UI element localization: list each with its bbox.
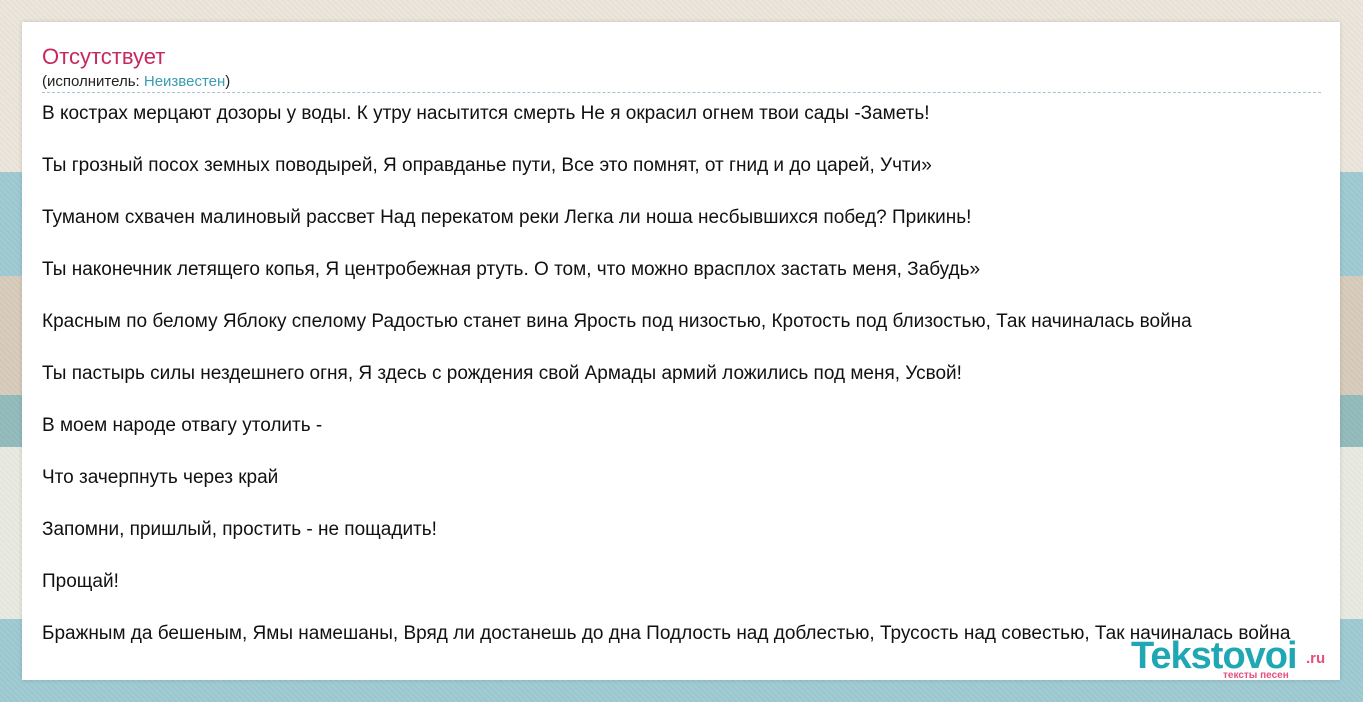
title-divider <box>42 92 1321 93</box>
lyrics-card: Отсутствует (исполнитель: Неизвестен) В … <box>22 22 1340 680</box>
lyrics-verse: Прощай! <box>42 571 119 592</box>
watermark-domain: .ru <box>1306 650 1326 667</box>
lyrics-verse: В моем народе отвагу утолить - <box>42 415 323 436</box>
lyrics-verse: Ты грозный посох земных поводырей, Я опр… <box>42 155 932 176</box>
lyrics-verse: Что зачерпнуть через край <box>42 467 279 488</box>
lyrics-verse: Ты наконечник летящего копья, Я центробе… <box>42 259 981 280</box>
artist-suffix: ) <box>225 73 231 90</box>
watermark-tagline: тексты песен <box>1223 670 1289 681</box>
artist-prefix: (исполнитель: <box>42 73 144 90</box>
lyrics-verse: Туманом схвачен малиновый рассвет Над пе… <box>42 207 972 228</box>
artist-line: (исполнитель: Неизвестен) <box>42 73 230 91</box>
lyrics-body: В кострах мерцают дозоры у воды. К утру … <box>42 103 1340 677</box>
lyrics-verse: В кострах мерцают дозоры у воды. К утру … <box>42 103 930 124</box>
site-watermark-logo: Tekstovoi .ru тексты песен <box>1131 636 1346 684</box>
lyrics-verse: Красным по белому Яблоку спелому Радость… <box>42 311 1192 332</box>
lyrics-verse: Ты пастырь силы нездешнего огня, Я здесь… <box>42 363 962 384</box>
song-title: Отсутствует <box>42 44 166 69</box>
lyrics-verse: Запомни, пришлый, простить - не пощадить… <box>42 519 437 540</box>
artist-link[interactable]: Неизвестен <box>144 73 225 90</box>
page: { "theme": { "title_color": "#c7285f", "… <box>0 0 1363 702</box>
